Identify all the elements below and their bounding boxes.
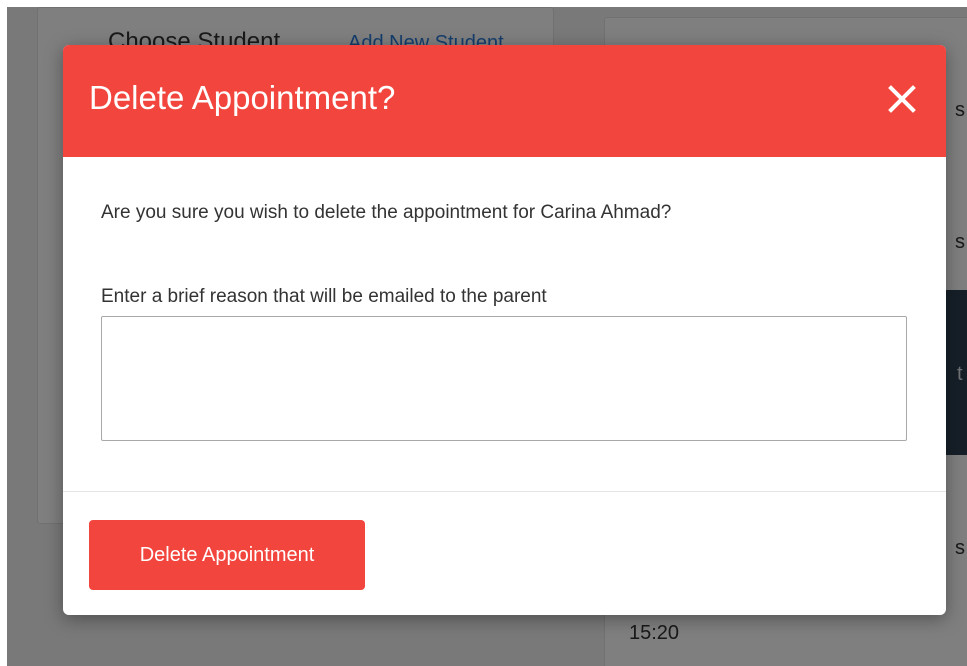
reason-textarea[interactable] [101, 316, 907, 441]
delete-appointment-dialog: Delete Appointment? Are you sure you wis… [63, 45, 946, 615]
dialog-footer: Delete Appointment [63, 491, 946, 615]
dialog-body: Are you sure you wish to delete the appo… [101, 202, 907, 441]
close-icon [888, 85, 916, 113]
close-button[interactable] [884, 81, 920, 117]
screen: Choose Student Add New Student s s t s 1… [0, 0, 967, 666]
delete-appointment-button[interactable]: Delete Appointment [89, 520, 365, 590]
reason-label: Enter a brief reason that will be emaile… [101, 286, 547, 307]
dialog-title: Delete Appointment? [89, 79, 396, 116]
confirm-message: Are you sure you wish to delete the appo… [101, 202, 672, 223]
dialog-header: Delete Appointment? [63, 45, 946, 157]
